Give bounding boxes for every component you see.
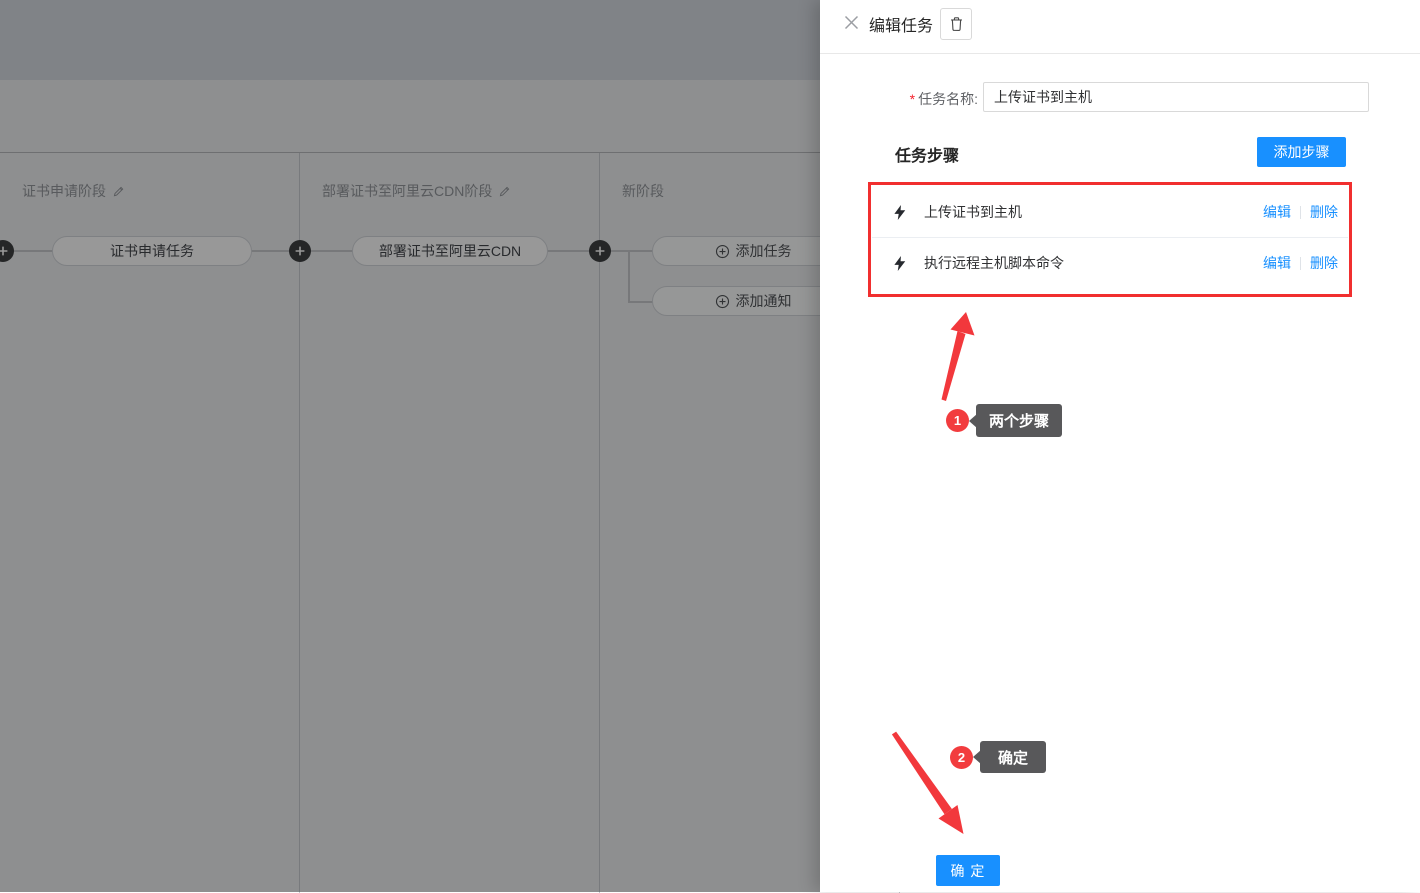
trash-icon [949,16,964,32]
link-divider [1300,206,1301,219]
drawer-header: 编辑任务 [820,0,1420,54]
annotation-badge-2: 2 [950,746,973,769]
annotation-tooltip-2: 确定 [980,741,1046,773]
task-steps-heading: 任务步骤 [895,142,959,166]
step-actions: 编辑 删除 [1263,253,1338,273]
task-name-label-text: 任务名称: [918,91,978,107]
step-name: 上传证书到主机 [924,202,1263,222]
edit-task-drawer: 编辑任务 *任务名称: 任务步骤 添加步骤 上传证书到主机 编辑 删除 [820,0,1420,892]
drawer-title: 编辑任务 [869,12,933,36]
task-name-label: *任务名称: [878,89,978,109]
step-row-1: 上传证书到主机 编辑 删除 [894,187,1338,237]
required-mark: * [910,91,915,107]
task-name-input[interactable] [983,82,1369,112]
lightning-icon [894,256,906,271]
confirm-button[interactable]: 确 定 [936,855,1000,886]
add-step-button[interactable]: 添加步骤 [1257,137,1346,167]
step-row-2: 执行远程主机脚本命令 编辑 删除 [894,238,1338,288]
delete-step-link[interactable]: 删除 [1310,253,1338,273]
close-icon[interactable] [844,15,859,30]
lightning-icon [894,205,906,220]
app-root: 证书申请阶段 部署证书至阿里云CDN阶段 新阶段 证 [0,0,1420,892]
edit-step-link[interactable]: 编辑 [1263,202,1291,222]
delete-task-button[interactable] [940,8,972,40]
step-actions: 编辑 删除 [1263,202,1338,222]
delete-step-link[interactable]: 删除 [1310,202,1338,222]
step-name: 执行远程主机脚本命令 [924,253,1263,273]
annotation-badge-1: 1 [946,409,969,432]
link-divider [1300,257,1301,270]
annotation-tooltip-1: 两个步骤 [976,404,1062,437]
edit-step-link[interactable]: 编辑 [1263,253,1291,273]
